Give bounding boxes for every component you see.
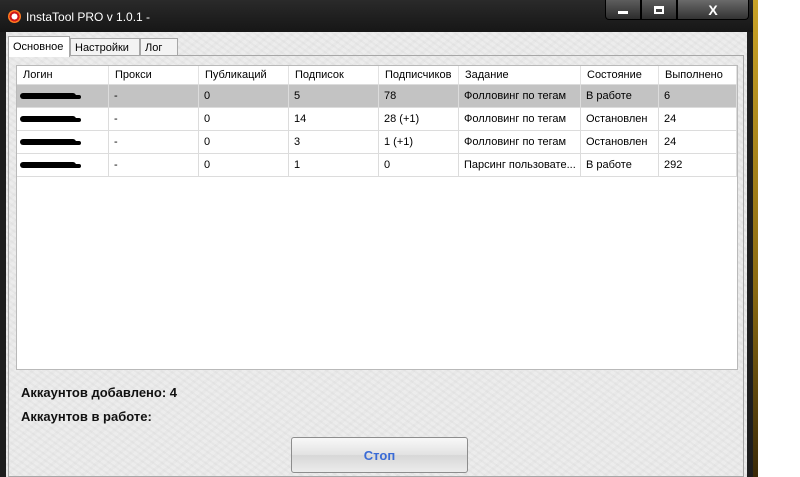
maximize-icon	[654, 5, 664, 14]
cell-followers: 78	[379, 85, 459, 107]
cell-followers: 0	[379, 154, 459, 176]
redacted-login	[22, 93, 76, 99]
column-header-posts[interactable]: Публикаций	[199, 66, 289, 84]
table-row[interactable]: - 0 1 0 Парсинг пользовате... В работе 2…	[17, 154, 737, 177]
cell-task: Фолловинг по тегам	[459, 131, 581, 153]
cell-followers: 28 (+1)	[379, 108, 459, 130]
cell-state: Остановлен	[581, 131, 659, 153]
accounts-added-label: Аккаунтов добавлено: 4	[21, 385, 178, 400]
cell-login	[17, 85, 109, 107]
cell-proxy: -	[109, 154, 199, 176]
cell-task: Фолловинг по тегам	[459, 108, 581, 130]
cell-state: Остановлен	[581, 108, 659, 130]
table-row[interactable]: - 0 3 1 (+1) Фолловинг по тегам Остановл…	[17, 131, 737, 154]
table-header: Логин Прокси Публикаций Подписок Подписч…	[17, 66, 737, 85]
minimize-button[interactable]	[605, 0, 641, 20]
cell-proxy: -	[109, 131, 199, 153]
minimize-icon	[618, 11, 628, 14]
stop-button[interactable]: Стоп	[291, 437, 468, 473]
column-header-proxy[interactable]: Прокси	[109, 66, 199, 84]
title-bar[interactable]: InstaTool PRO v 1.0.1 - X	[0, 0, 753, 32]
cell-following: 14	[289, 108, 379, 130]
cell-login	[17, 131, 109, 153]
cell-done: 24	[659, 108, 737, 130]
cell-posts: 0	[199, 108, 289, 130]
cell-following: 1	[289, 154, 379, 176]
cell-login	[17, 108, 109, 130]
redacted-login	[22, 116, 76, 122]
tab-settings[interactable]: Настройки	[70, 38, 140, 56]
table-row[interactable]: - 0 5 78 Фолловинг по тегам В работе 6	[17, 85, 737, 108]
column-header-login[interactable]: Логин	[17, 66, 109, 84]
cell-followers: 1 (+1)	[379, 131, 459, 153]
tab-main[interactable]: Основное	[8, 36, 70, 57]
close-button[interactable]: X	[677, 0, 749, 20]
cell-login	[17, 154, 109, 176]
accounts-working-label: Аккаунтов в работе:	[21, 409, 152, 424]
maximize-button[interactable]	[641, 0, 677, 20]
cell-posts: 0	[199, 154, 289, 176]
cell-done: 292	[659, 154, 737, 176]
redacted-login	[22, 139, 76, 145]
background-window-edge	[753, 0, 758, 477]
table-row[interactable]: - 0 14 28 (+1) Фолловинг по тегам Остано…	[17, 108, 737, 131]
client-area: Основное Настройки Лог Логин Прокси Публ…	[6, 32, 747, 477]
close-icon: X	[708, 1, 718, 18]
column-header-task[interactable]: Задание	[459, 66, 581, 84]
tab-log[interactable]: Лог	[140, 38, 178, 56]
tab-panel-main: Логин Прокси Публикаций Подписок Подписч…	[8, 55, 744, 477]
app-logo-icon	[8, 10, 21, 23]
cell-done: 6	[659, 85, 737, 107]
app-window: InstaTool PRO v 1.0.1 - X Основное Настр…	[0, 0, 754, 477]
cell-state: В работе	[581, 85, 659, 107]
column-header-following[interactable]: Подписок	[289, 66, 379, 84]
cell-posts: 0	[199, 85, 289, 107]
column-header-state[interactable]: Состояние	[581, 66, 659, 84]
cell-proxy: -	[109, 108, 199, 130]
cell-task: Парсинг пользовате...	[459, 154, 581, 176]
redacted-login	[22, 162, 76, 168]
cell-task: Фолловинг по тегам	[459, 85, 581, 107]
window-title: InstaTool PRO v 1.0.1 -	[26, 10, 151, 24]
column-header-done[interactable]: Выполнено	[659, 66, 737, 84]
column-header-followers[interactable]: Подписчиков	[379, 66, 459, 84]
cell-following: 3	[289, 131, 379, 153]
accounts-table[interactable]: Логин Прокси Публикаций Подписок Подписч…	[16, 65, 738, 370]
cell-proxy: -	[109, 85, 199, 107]
cell-posts: 0	[199, 131, 289, 153]
cell-state: В работе	[581, 154, 659, 176]
cell-following: 5	[289, 85, 379, 107]
cell-done: 24	[659, 131, 737, 153]
